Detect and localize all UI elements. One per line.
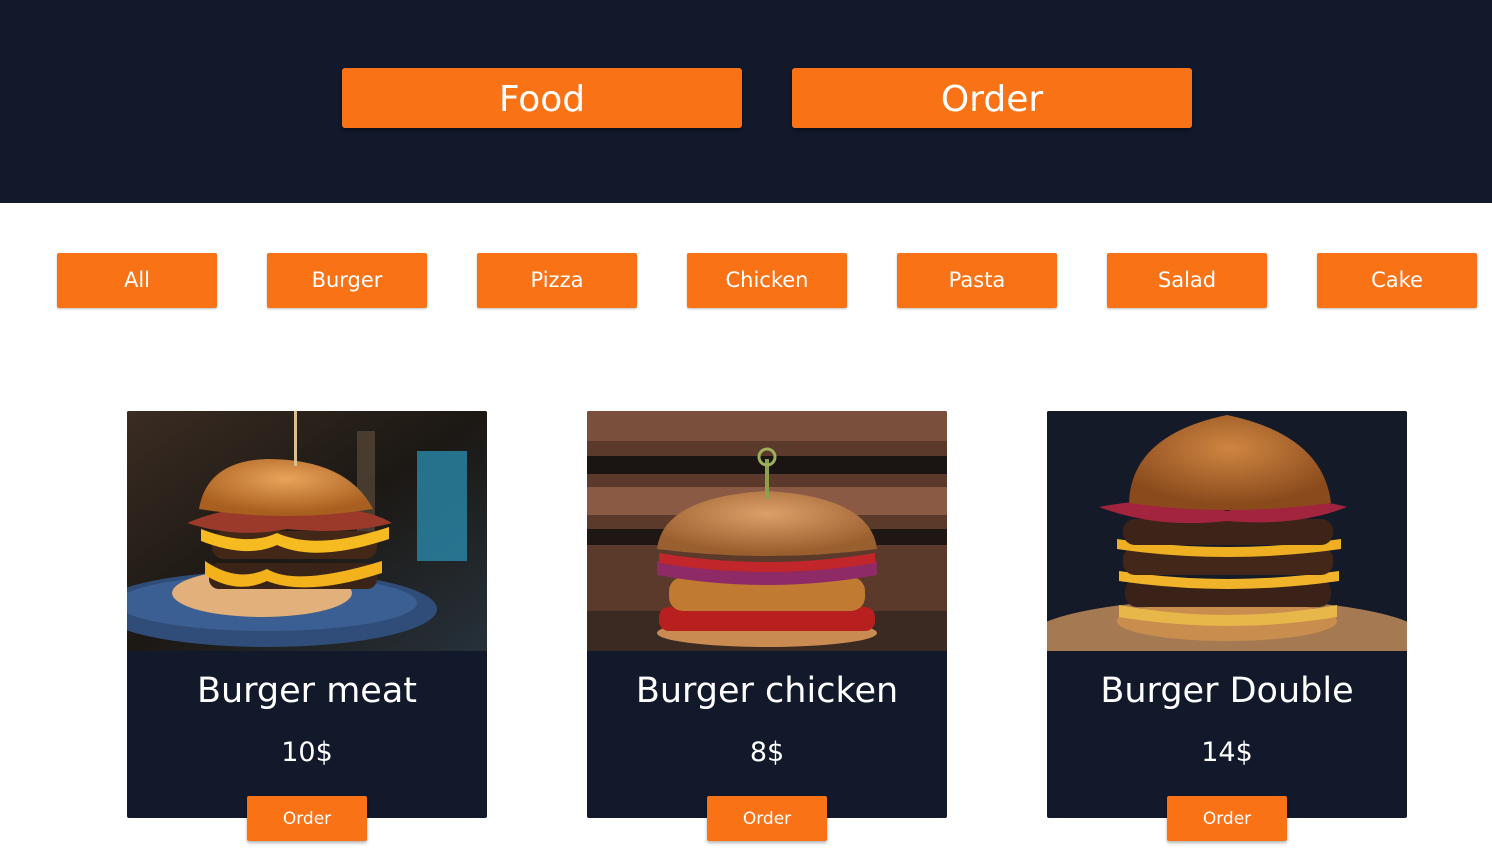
filter-cake-button[interactable]: Cake	[1317, 253, 1477, 308]
filter-chicken-button[interactable]: Chicken	[687, 253, 847, 308]
order-button[interactable]: Order	[247, 796, 367, 841]
product-name: Burger Double	[1100, 671, 1354, 711]
filter-all-button[interactable]: All	[57, 253, 217, 308]
product-price: 10$	[281, 737, 333, 768]
product-card: Burger Double 14$ Order	[1047, 411, 1407, 841]
product-price: 14$	[1201, 737, 1253, 768]
product-price: 8$	[749, 737, 785, 768]
burger-double-photo	[1047, 411, 1407, 651]
product-card: Burger chicken 8$ Order	[587, 411, 947, 841]
filter-burger-button[interactable]: Burger	[267, 253, 427, 308]
burger-chicken-photo	[587, 411, 947, 651]
filter-salad-button[interactable]: Salad	[1107, 253, 1267, 308]
order-button[interactable]: Order	[1167, 796, 1287, 841]
product-name: Burger chicken	[635, 671, 899, 711]
category-filter-bar: All Burger Pizza Chicken Pasta Salad Cak…	[0, 253, 1492, 308]
filter-pizza-button[interactable]: Pizza	[477, 253, 637, 308]
product-card: Burger meat 10$ Order	[127, 411, 487, 841]
order-button[interactable]: Order	[707, 796, 827, 841]
burger-meat-photo	[127, 411, 487, 651]
filter-pasta-button[interactable]: Pasta	[897, 253, 1057, 308]
order-nav-button[interactable]: Order	[792, 68, 1192, 128]
top-navigation-bar: Food Order	[0, 0, 1492, 203]
product-name: Burger meat	[196, 671, 418, 711]
food-nav-button[interactable]: Food	[342, 68, 742, 128]
